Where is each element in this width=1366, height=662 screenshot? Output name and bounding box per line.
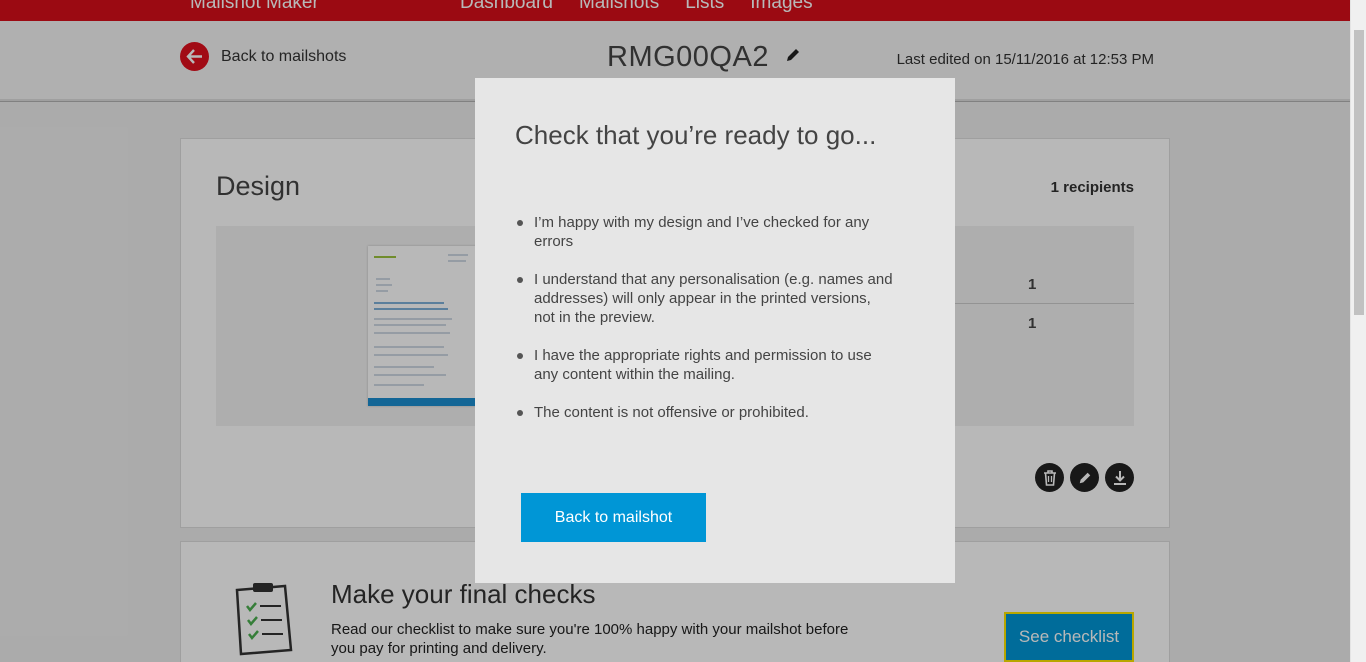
ready-check-modal: Check that you’re ready to go... I’m hap…	[475, 78, 955, 583]
checklist-item: I understand that any personalisation (e…	[517, 271, 893, 326]
page-scrollbar[interactable]	[1350, 0, 1366, 662]
ready-checklist: I’m happy with my design and I’ve checke…	[517, 213, 894, 441]
checklist-item: The content is not offensive or prohibit…	[517, 403, 894, 422]
modal-title: Check that you’re ready to go...	[515, 120, 877, 150]
checklist-item: I have the appropriate rights and permis…	[517, 346, 894, 384]
scrollbar-thumb[interactable]	[1354, 30, 1364, 315]
back-to-mailshot-button[interactable]: Back to mailshot	[521, 493, 706, 542]
checklist-item: I’m happy with my design and I’ve checke…	[517, 213, 894, 251]
